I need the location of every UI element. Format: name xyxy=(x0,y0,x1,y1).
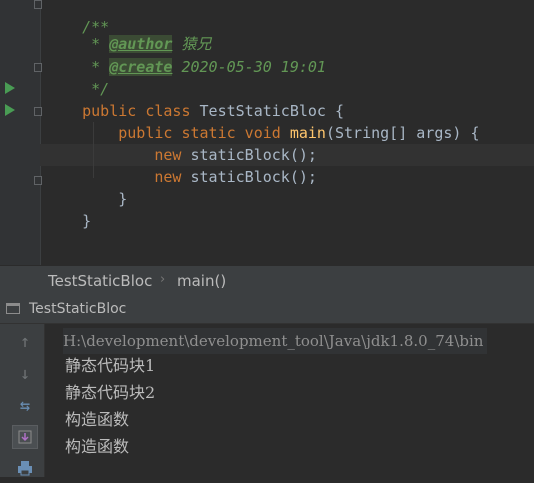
code-line-3: * @create 2020-05-30 19:01 xyxy=(82,58,326,76)
soft-wrap-icon[interactable]: ⇆ xyxy=(12,394,38,418)
javadoc-create-tag: @create xyxy=(109,58,173,76)
code-line-7: new staticBlock(); xyxy=(154,146,317,164)
javadoc-create-value: 2020-05-30 19:01 xyxy=(181,58,326,76)
scroll-to-end-icon[interactable] xyxy=(12,425,38,449)
breadcrumb-class[interactable]: TestStaticBloc xyxy=(48,272,152,290)
console-command-line: H:\development\development_tool\Java\jdk… xyxy=(63,328,488,354)
console-output-line: 静态代码块2 xyxy=(65,383,156,402)
print-icon[interactable] xyxy=(12,457,38,481)
fold-marker-icon[interactable] xyxy=(34,0,42,9)
run-toolbar: ↑ ↓ ⇆ xyxy=(0,324,45,477)
editor-gutter[interactable] xyxy=(0,0,41,265)
run-main-icon[interactable] xyxy=(5,104,15,116)
code-line-8: new staticBlock(); xyxy=(154,168,317,186)
down-arrow-icon[interactable]: ↓ xyxy=(12,362,38,386)
code-line-10: } xyxy=(82,212,92,230)
breadcrumb: TestStaticBloc › main() xyxy=(0,265,534,297)
code-line-4: */ xyxy=(91,80,110,98)
code-line-5: public class TestStaticBloc { xyxy=(82,102,345,120)
console-output-line: 构造函数 xyxy=(65,410,130,429)
breadcrumb-method[interactable]: main() xyxy=(177,272,226,290)
fold-marker-icon[interactable] xyxy=(34,176,42,185)
fold-marker-icon[interactable] xyxy=(34,107,42,116)
breadcrumb-separator-icon: › xyxy=(160,272,166,287)
code-editor[interactable]: /** * @author 猿兄 * @create 2020-05-30 19… xyxy=(0,0,534,265)
fold-marker-icon[interactable] xyxy=(34,63,42,72)
run-tool-window-header: TestStaticBloc xyxy=(0,296,534,324)
code-line-6: public static void main(String[] args) { xyxy=(118,124,480,142)
up-arrow-icon[interactable]: ↑ xyxy=(12,330,38,354)
code-line-9: } xyxy=(118,190,128,208)
console-output-line: 构造函数 xyxy=(65,437,130,456)
console-output-line: 静态代码块1 xyxy=(65,356,156,375)
run-tab-label[interactable]: TestStaticBloc xyxy=(29,301,126,317)
run-class-icon[interactable] xyxy=(5,82,15,94)
code-line-2: * @author 猿兄 xyxy=(82,35,212,53)
run-config-icon xyxy=(6,303,20,314)
console-output[interactable]: H:\development\development_tool\Java\jdk… xyxy=(45,324,534,477)
